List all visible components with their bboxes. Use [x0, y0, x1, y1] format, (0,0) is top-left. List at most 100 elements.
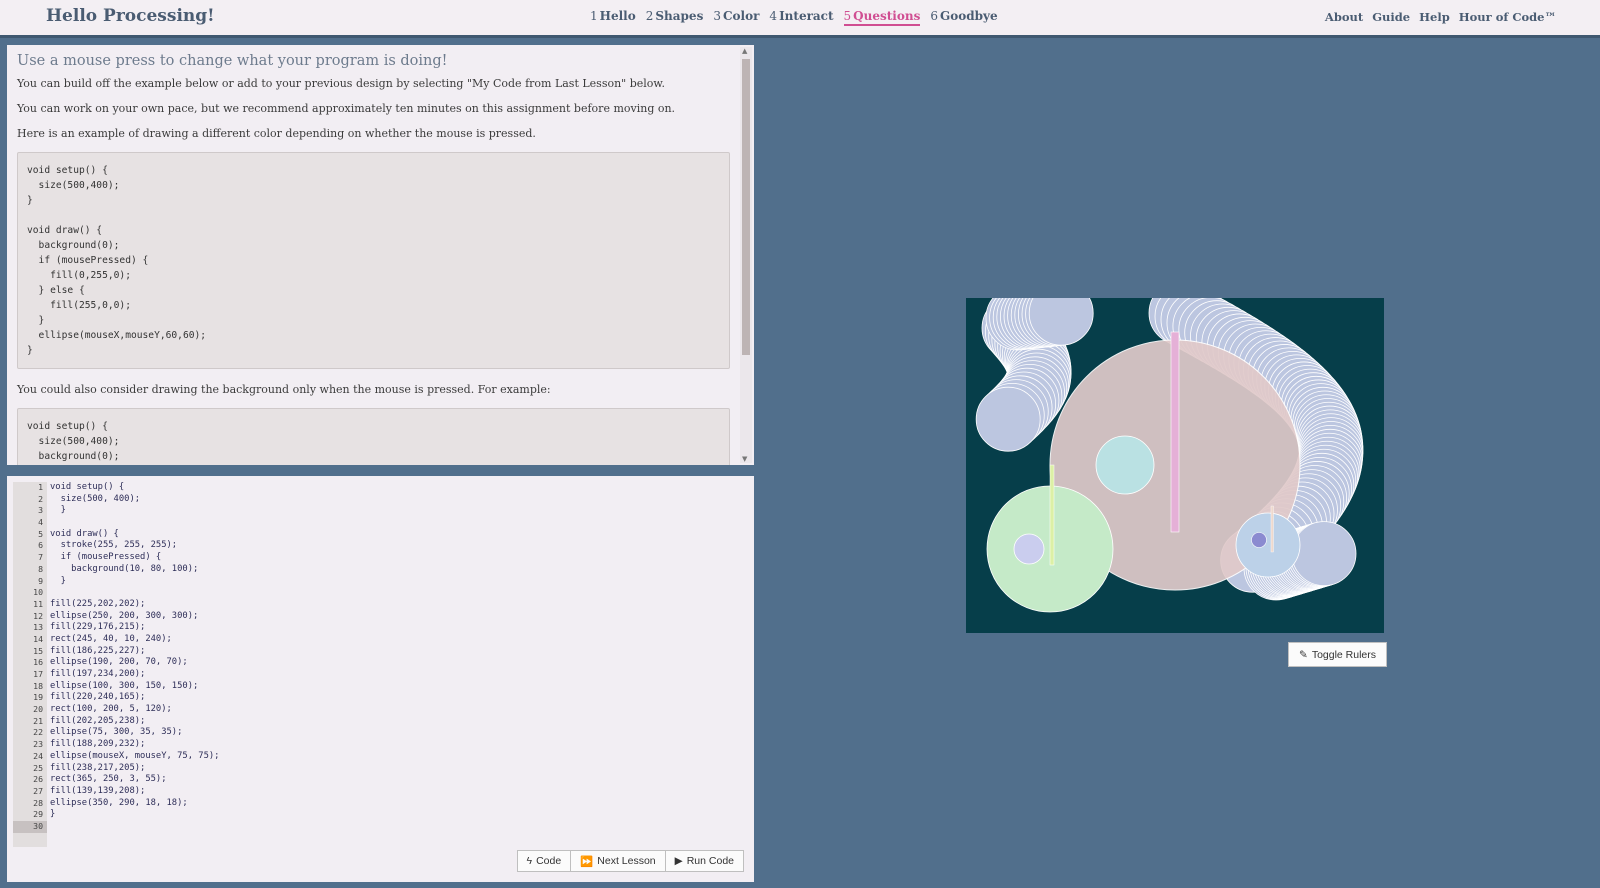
line-number: 17: [33, 669, 43, 679]
editor-toolbar: ϟ Code ⏩ Next Lesson ▶ Run Code: [516, 850, 744, 872]
code-line[interactable]: ellipse(350, 290, 18, 18);: [50, 798, 744, 810]
line-number: 30: [13, 820, 47, 833]
code-line[interactable]: rect(365, 250, 3, 55);: [50, 774, 744, 786]
line-number: 27: [33, 785, 43, 796]
line-number: 22: [33, 727, 43, 738]
code-button[interactable]: ϟ Code: [516, 850, 572, 872]
code-line[interactable]: if (mousePressed) {: [50, 552, 744, 564]
line-number: 16: [33, 657, 43, 668]
lesson-link-interact[interactable]: 4 Interact: [769, 9, 833, 26]
next-lesson-label: Next Lesson: [597, 855, 656, 867]
scroll-thumb[interactable]: [742, 59, 750, 355]
trail-ellipse: [1291, 521, 1357, 587]
code-line[interactable]: ellipse(75, 300, 35, 35);: [50, 727, 744, 739]
lesson-link-shapes[interactable]: 2 Shapes: [646, 9, 704, 26]
line-number: 28: [33, 797, 43, 808]
code-line[interactable]: fill(188,209,232);: [50, 739, 744, 751]
header-link-about[interactable]: About: [1325, 10, 1363, 24]
instructions-content: Use a mouse press to change what your pr…: [7, 45, 740, 465]
code-line[interactable]: ellipse(190, 200, 70, 70);: [50, 657, 744, 669]
run-code-label: Run Code: [686, 855, 734, 867]
header-links: About Guide Help Hour of Code™: [1325, 10, 1556, 24]
toggle-rulers-button[interactable]: ✎ Toggle Rulers: [1288, 642, 1388, 667]
site-title[interactable]: Hello Processing!: [46, 6, 215, 26]
code-line[interactable]: rect(245, 40, 10, 240);: [50, 634, 744, 646]
sketch-canvas[interactable]: [966, 298, 1384, 633]
code-line[interactable]: ellipse(100, 300, 150, 150);: [50, 681, 744, 693]
line-number: 2: [38, 493, 43, 504]
code-line[interactable]: stroke(255, 255, 255);: [50, 540, 744, 552]
code-line[interactable]: }: [50, 505, 744, 517]
header-link-help[interactable]: Help: [1419, 10, 1450, 24]
lesson-label: Color: [722, 9, 760, 23]
code-text-area[interactable]: void setup() { size(500, 400); } void dra…: [50, 482, 744, 833]
trail-ellipse: [975, 386, 1041, 452]
code-line[interactable]: fill(225,202,202);: [50, 599, 744, 611]
line-number: 6: [38, 540, 43, 551]
lesson-link-hello[interactable]: 1 Hello: [590, 9, 636, 26]
code-line[interactable]: fill(238,217,205);: [50, 763, 744, 775]
next-lesson-button[interactable]: ⏩ Next Lesson: [570, 850, 666, 872]
mouse-ellipse: [1235, 512, 1301, 578]
lesson-number: 4: [769, 9, 778, 23]
lesson-link-color[interactable]: 3 Color: [713, 9, 759, 26]
line-number: 15: [33, 645, 43, 656]
line-number: 8: [38, 563, 43, 574]
header-link-hour-of-code[interactable]: Hour of Code™: [1459, 10, 1556, 24]
code-line[interactable]: fill(229,176,215);: [50, 622, 744, 634]
code-line[interactable]: rect(100, 200, 5, 120);: [50, 704, 744, 716]
code-line[interactable]: fill(186,225,227);: [50, 646, 744, 658]
line-number: 14: [33, 633, 43, 644]
line-number-gutter: 1 2 3 4 5 6 7 8 9 10 11 12 13 14 15 16 17 18 19 20 21 22 23 24 2…: [13, 482, 47, 847]
line-number: 9: [38, 575, 43, 586]
code-button-label: Code: [536, 855, 562, 867]
code-line[interactable]: fill(202,205,238);: [50, 716, 744, 728]
lesson-label: Hello: [599, 9, 636, 23]
scroll-down-arrow-icon[interactable]: ▼: [742, 455, 747, 463]
lesson-nav: 1 Hello 2 Shapes 3 Color 4 Interact 5 Questions 6 G…: [590, 9, 998, 26]
lesson-label: Goodbye: [939, 9, 998, 23]
toggle-rulers-label: Toggle Rulers: [1311, 648, 1377, 661]
line-number: 18: [33, 680, 43, 691]
line-number: 25: [33, 762, 43, 773]
run-code-button[interactable]: ▶ Run Code: [664, 850, 744, 872]
lesson-number: 3: [713, 9, 721, 23]
line-number: 29: [33, 809, 43, 820]
header-link-guide[interactable]: Guide: [1372, 10, 1410, 24]
line-number: 23: [33, 739, 43, 750]
code-line[interactable]: }: [50, 809, 744, 821]
code-line[interactable]: background(10, 80, 100);: [50, 564, 744, 576]
code-line[interactable]: void draw() {: [50, 529, 744, 541]
instructions-paragraph: You can work on your own pace, but we re…: [17, 102, 676, 115]
play-icon: ▶: [674, 855, 683, 867]
code-line[interactable]: fill(139,139,208);: [50, 786, 744, 798]
code-editor[interactable]: 1 2 3 4 5 6 7 8 9 10 11 12 13 14 15 16 17 18 19 20 21 22 23 24 2…: [7, 476, 754, 882]
code-line[interactable]: fill(197,234,200);: [50, 669, 744, 681]
line-number: 5: [38, 528, 43, 539]
code-line[interactable]: [50, 587, 744, 599]
line-number: 13: [33, 622, 43, 633]
lesson-number: 6: [930, 9, 938, 23]
lesson-number: 2: [645, 9, 654, 23]
example-code-block: void setup() { size(500,400); background…: [17, 408, 730, 465]
line-number: 1: [38, 482, 43, 492]
code-line[interactable]: fill(220,240,165);: [50, 692, 744, 704]
code-line[interactable]: void setup() {: [50, 482, 744, 494]
line-number: 20: [33, 704, 43, 715]
lesson-label: Questions: [853, 9, 921, 23]
lesson-link-questions[interactable]: 5 Questions: [843, 9, 921, 26]
lesson-label: Shapes: [655, 9, 704, 23]
code-line[interactable]: [50, 821, 744, 833]
lesson-link-goodbye[interactable]: 6 Goodbye: [930, 9, 997, 26]
instructions-scrollbar[interactable]: ▲ ▼: [740, 47, 752, 463]
yellow-rect: [1049, 464, 1055, 566]
code-line[interactable]: size(500, 400);: [50, 494, 744, 506]
code-line[interactable]: }: [50, 576, 744, 588]
scroll-up-arrow-icon[interactable]: ▲: [742, 47, 747, 55]
code-line[interactable]: ellipse(mouseX, mouseY, 75, 75);: [50, 751, 744, 763]
fast-forward-icon: ⏩: [580, 855, 594, 868]
code-line[interactable]: [50, 517, 744, 529]
lesson-number: 5: [843, 9, 852, 23]
instructions-panel: Use a mouse press to change what your pr…: [7, 45, 754, 465]
code-line[interactable]: ellipse(250, 200, 300, 300);: [50, 611, 744, 623]
